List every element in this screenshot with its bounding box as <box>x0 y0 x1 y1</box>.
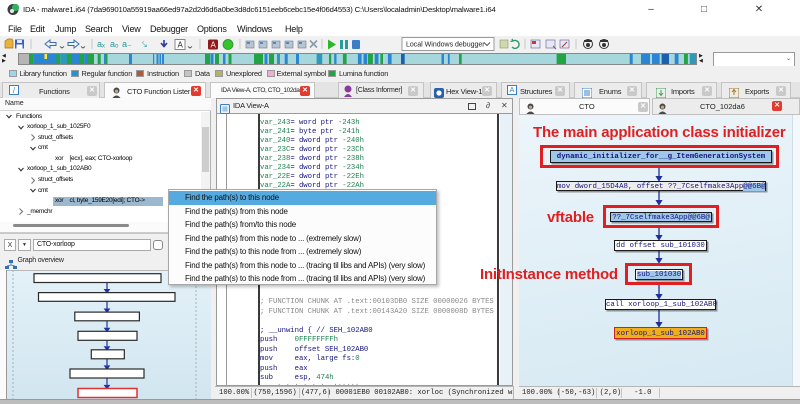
svg-text:Local Windows debugger: Local Windows debugger <box>406 42 485 49</box>
svg-text:⤥: ⤥ <box>142 39 147 49</box>
svg-text:A: A <box>211 41 217 50</box>
svg-text:A: A <box>178 41 184 50</box>
svg-text:a₋: a₋ <box>122 39 132 49</box>
svg-text:aₒ: aₒ <box>110 39 119 49</box>
svg-text:aₓ: aₓ <box>97 39 105 49</box>
